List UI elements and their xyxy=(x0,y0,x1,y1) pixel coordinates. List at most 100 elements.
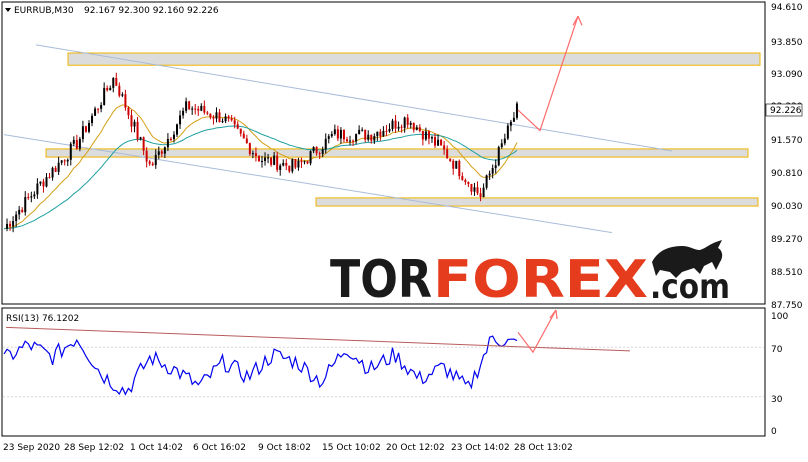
candle-body xyxy=(136,121,139,140)
candle-body xyxy=(458,160,461,177)
time-tick: 1 Oct 14:02 xyxy=(130,443,183,453)
candle-body xyxy=(273,155,276,165)
candle-body xyxy=(446,149,449,159)
candle-body xyxy=(212,117,215,119)
candle-body xyxy=(118,85,121,96)
candle-body xyxy=(261,160,263,162)
candle-body xyxy=(15,214,18,222)
price-tick: 93.090 xyxy=(771,70,803,80)
brand-dotcom: .com xyxy=(650,267,730,307)
candle-body xyxy=(103,87,106,105)
candle-body xyxy=(248,143,251,155)
rsi-tick: 30 xyxy=(771,395,783,405)
candle-body xyxy=(497,147,500,166)
candle-body xyxy=(45,177,48,187)
time-tick: 23 Sep 2020 xyxy=(3,443,60,453)
candle-body xyxy=(264,157,267,161)
candle-body xyxy=(464,179,467,183)
candle-body xyxy=(224,116,227,122)
candle-body xyxy=(342,129,345,140)
candle-body xyxy=(39,181,42,184)
candle-body xyxy=(449,158,452,161)
candle-body xyxy=(440,139,443,146)
candle-body xyxy=(239,128,242,134)
candle-body xyxy=(24,197,27,213)
brand-tor: TOR xyxy=(330,250,432,310)
candle-body xyxy=(21,209,24,213)
ohlc-values: 92.167 92.300 92.160 92.226 xyxy=(84,6,219,16)
candle-body xyxy=(336,129,339,139)
price-tick: 94.610 xyxy=(771,3,803,13)
candle-body xyxy=(515,103,518,118)
candle-body xyxy=(500,143,503,148)
rsi-tick: 0 xyxy=(771,427,777,437)
candle-body xyxy=(91,115,94,124)
candle-body xyxy=(151,163,154,166)
candle-body xyxy=(376,131,379,137)
candle-body xyxy=(66,159,69,162)
candle-body xyxy=(394,120,397,129)
candle-body xyxy=(406,117,409,125)
candle-body xyxy=(57,162,60,172)
candle-body xyxy=(182,110,185,116)
time-tick: 20 Oct 12:02 xyxy=(386,443,445,453)
candle-body xyxy=(494,165,497,169)
candle-body xyxy=(221,121,224,123)
candle-body xyxy=(473,187,476,192)
candle-body xyxy=(94,108,97,116)
candle-body xyxy=(312,146,315,152)
candle-body xyxy=(236,124,239,129)
candle-body xyxy=(160,151,163,154)
candle-body xyxy=(188,101,191,110)
price-tick: 88.510 xyxy=(771,268,803,278)
candle-body xyxy=(163,147,166,154)
time-axis: 23 Sep 2020 28 Sep 12:02 1 Oct 14:02 6 O… xyxy=(3,443,573,453)
candle-body xyxy=(415,127,418,130)
candle-body xyxy=(81,126,84,139)
candle-body xyxy=(461,176,464,180)
rsi-tick: 70 xyxy=(771,345,783,355)
price-chart: EURRUB,M30 92.167 92.300 92.160 92.226 9… xyxy=(1,1,803,453)
candle-body xyxy=(355,134,358,142)
time-tick: 28 Oct 13:02 xyxy=(514,443,573,453)
candle-body xyxy=(421,130,424,140)
sr-zone xyxy=(315,197,759,207)
candle-body xyxy=(361,129,364,131)
candle-body xyxy=(69,143,72,160)
candle-body xyxy=(482,187,485,198)
candle-body xyxy=(42,181,45,187)
candle-body xyxy=(209,113,212,118)
candle-body xyxy=(412,122,415,130)
price-tick: 90.810 xyxy=(771,169,803,179)
candle-body xyxy=(215,112,218,119)
candle-body xyxy=(115,77,118,86)
candle-body xyxy=(169,139,172,141)
candle-body xyxy=(84,126,87,132)
candle-body xyxy=(9,223,12,227)
candle-body xyxy=(176,124,179,135)
candle-body xyxy=(409,122,412,125)
candle-body xyxy=(467,182,470,185)
candle-body xyxy=(430,137,433,139)
candle-body xyxy=(54,167,57,172)
candle-body xyxy=(370,134,373,141)
candle-body xyxy=(78,138,81,149)
price-tick: 87.750 xyxy=(771,301,803,311)
candle-body xyxy=(443,145,446,150)
candle-body xyxy=(72,139,75,144)
candle-body xyxy=(397,126,400,129)
candle-body xyxy=(303,161,306,163)
rsi-tick: 100 xyxy=(771,312,788,322)
candle-body xyxy=(455,160,458,169)
candle-body xyxy=(512,117,515,122)
candle-body xyxy=(242,133,245,139)
candle-body xyxy=(75,139,78,149)
candle-body xyxy=(121,94,124,96)
candle-body xyxy=(142,137,145,151)
candle-body xyxy=(358,129,361,135)
candle-body xyxy=(172,134,175,140)
candle-body xyxy=(124,94,127,108)
chart-header: EURRUB,M30 92.167 92.300 92.160 92.226 xyxy=(5,6,219,16)
sr-zone xyxy=(45,148,749,158)
time-tick: 6 Oct 16:02 xyxy=(193,443,246,453)
